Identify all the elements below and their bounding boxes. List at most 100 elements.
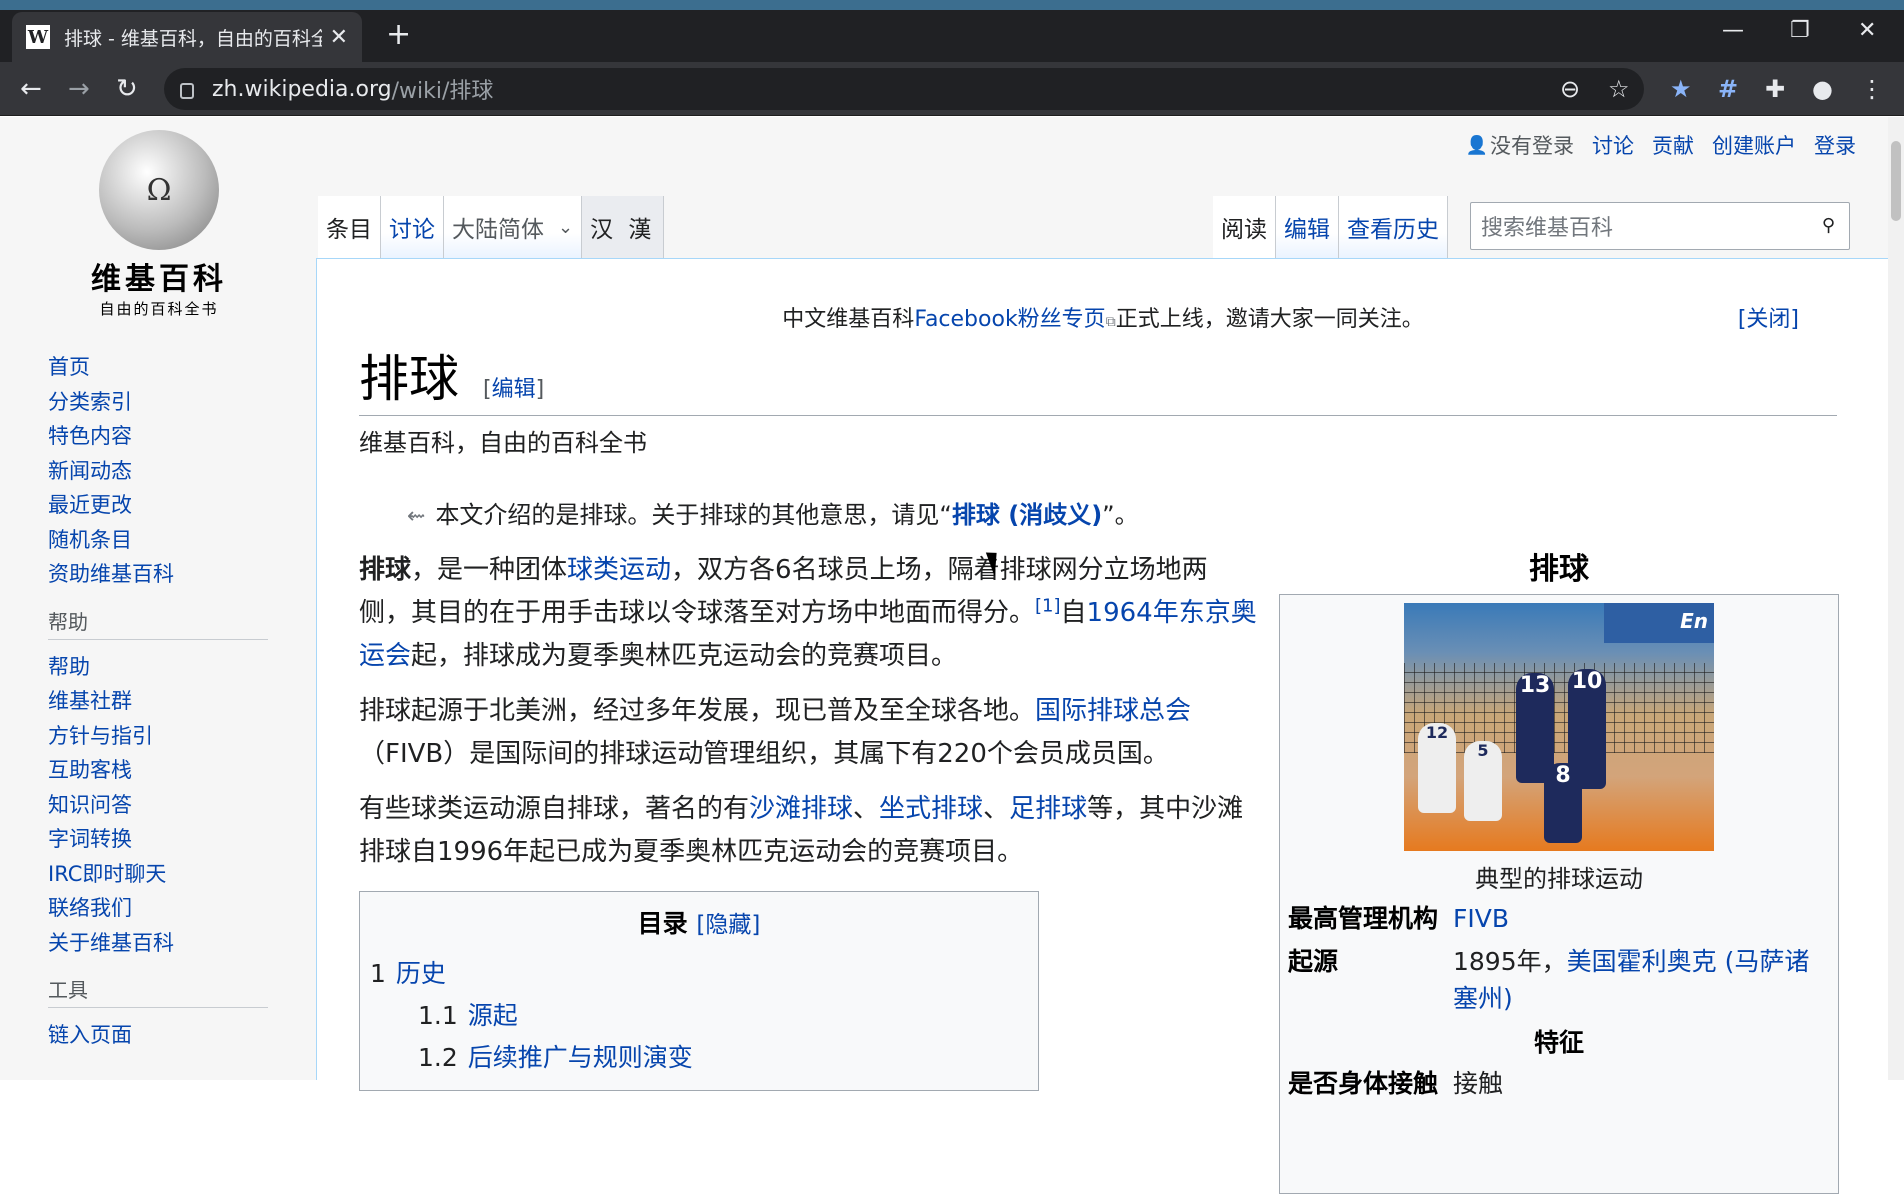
volleyball-photo[interactable]: En 13 10 12 5 8 <box>1404 603 1714 851</box>
link-ball-sports[interactable]: 球类运动 <box>567 555 671 585</box>
wikipedia-logo[interactable]: Ω 维基百科 自由的百科全书 <box>84 130 234 318</box>
variant-dropdown[interactable]: 大陆简体 ⌄ <box>444 196 583 258</box>
back-arrow-icon[interactable]: ← <box>20 74 42 104</box>
reference-1-link[interactable]: [1] <box>1035 595 1061 616</box>
sidebar-item-what-links-here[interactable]: 链入页面 <box>48 1018 278 1053</box>
chevron-down-icon: ⌄ <box>558 216 574 238</box>
title-edit-link[interactable]: 编辑 <box>492 377 536 402</box>
browser-tab[interactable]: W 排球 - 维基百科，自由的百科全书 ✕ <box>12 12 362 62</box>
photo-sign: En <box>1604 603 1714 643</box>
tab-read[interactable]: 阅读 <box>1213 196 1276 258</box>
personal-talk-link[interactable]: 讨论 <box>1592 130 1634 160</box>
notice-facebook-link[interactable]: Facebook粉丝专页 <box>914 307 1105 332</box>
reload-icon[interactable]: ↻ <box>116 74 138 104</box>
infobox-row: 最高管理机构 FIVB <box>1288 900 1830 937</box>
sidebar-item-village-pump[interactable]: 互助客栈 <box>48 753 278 788</box>
link-footvolley[interactable]: 足排球 <box>1009 794 1087 824</box>
toc-item[interactable]: 1.1 源起 <box>418 996 518 1032</box>
sidebar-item-news[interactable]: 新闻动态 <box>48 454 278 489</box>
toc-item-label[interactable]: 历史 <box>396 959 446 988</box>
tab-article[interactable]: 条目 <box>318 196 381 258</box>
photo-player: 5 <box>1464 741 1502 821</box>
address-bar[interactable]: zh.wikipedia.org /wiki/排球 <box>164 68 1644 110</box>
tab-close-icon[interactable]: ✕ <box>330 25 348 50</box>
infobox-row: 是否身体接触 接触 <box>1288 1065 1830 1102</box>
toc-hide-link[interactable]: [隐藏] <box>696 912 760 938</box>
forward-arrow-icon[interactable]: → <box>68 74 90 104</box>
extensions-puzzle-icon[interactable]: ✚ <box>1765 74 1785 104</box>
sidebar-item-donate[interactable]: 资助维基百科 <box>48 557 278 592</box>
hatnote-pre: 本文介绍的是排球。关于排球的其他意思，请见“ <box>435 501 952 529</box>
sidebar-item-about[interactable]: 关于维基百科 <box>48 926 278 961</box>
article-body: 排球，是一种团体球类运动，双方各6名球员上场，隔着排球网分立场地两侧，其目的在于… <box>359 549 1259 886</box>
notice-close-link[interactable]: [关闭] <box>1738 301 1799 333</box>
toc-item[interactable]: 1 历史 <box>370 954 446 990</box>
sidebar-item-policies[interactable]: 方针与指引 <box>48 719 278 754</box>
browser-menu-icon[interactable]: ⋮ <box>1860 74 1884 104</box>
p1-text-d: 起，排球成为夏季奥林匹克运动会的竞赛项目。 <box>411 641 958 671</box>
scrollbar-thumb[interactable] <box>1891 141 1901 221</box>
search-input[interactable]: 搜索维基百科 ⚲ <box>1470 202 1850 250</box>
infobox-key: 最高管理机构 <box>1288 904 1439 933</box>
p3-sep-1: 、 <box>853 794 880 824</box>
extension-bookmark-icon[interactable]: ★ <box>1670 74 1692 104</box>
minimize-icon[interactable]: — <box>1722 18 1744 43</box>
p2-text-b: （FIVB）是国际间的排球运动管理组织，其属下有220个会员成员国。 <box>359 739 1169 769</box>
restore-icon[interactable]: ❐ <box>1790 18 1810 43</box>
logo-tagline: 自由的百科全书 <box>99 300 219 318</box>
toc-item-label[interactable]: 源起 <box>468 1001 518 1030</box>
link-fivb[interactable]: 国际排球总会 <box>1035 696 1191 726</box>
window-close-icon[interactable]: ✕ <box>1858 18 1876 43</box>
personal-contrib-link[interactable]: 贡献 <box>1652 130 1694 160</box>
search-icon[interactable]: ⚲ <box>1822 215 1835 236</box>
bookmark-star-icon[interactable]: ☆ <box>1608 74 1630 104</box>
page-scrollbar[interactable] <box>1888 117 1904 1080</box>
sidebar-item-featured[interactable]: 特色内容 <box>48 419 278 454</box>
url-path: /wiki/排球 <box>391 79 494 104</box>
toc-item-label[interactable]: 后续推广与规则演变 <box>468 1043 693 1072</box>
hatnote-post: ”。 <box>1102 501 1139 529</box>
sidebar-item-random[interactable]: 随机条目 <box>48 523 278 558</box>
extension-hash-icon[interactable]: # <box>1718 74 1738 104</box>
sidebar-item-reference-desk[interactable]: 知识问答 <box>48 788 278 823</box>
sidebar-item-contact[interactable]: 联络我们 <box>48 891 278 926</box>
user-icon: 👤 <box>1465 134 1488 156</box>
profile-icon[interactable]: ● <box>1812 74 1833 104</box>
zoom-icon[interactable]: ⊖ <box>1560 74 1580 104</box>
tab-edit[interactable]: 编辑 <box>1276 196 1339 258</box>
external-link-icon: ⧉ <box>1105 314 1116 330</box>
sidebar-item-categories[interactable]: 分类索引 <box>48 385 278 420</box>
sidebar-item-community[interactable]: 维基社群 <box>48 684 278 719</box>
p1-text-c: 自 <box>1060 598 1087 628</box>
sidebar-item-irc[interactable]: IRC即时聊天 <box>48 857 278 892</box>
origin-year: 1895年， <box>1453 947 1567 976</box>
link-sitting-volleyball[interactable]: 坐式排球 <box>879 794 983 824</box>
infobox-row: 起源 1895年，美国霍利奥克 (马萨诸塞州) <box>1288 943 1830 1017</box>
p1-text-a: ，是一种团体 <box>411 555 568 585</box>
toc-item[interactable]: 1.2 后续推广与规则演变 <box>418 1038 693 1074</box>
create-account-link[interactable]: 创建账户 <box>1712 130 1796 160</box>
infobox: 排球 En 13 10 12 5 8 典型的排球运动 最高管理机构 FIVB 起… <box>1279 544 1839 1194</box>
login-link[interactable]: 登录 <box>1814 130 1856 160</box>
infobox-fivb-link[interactable]: FIVB <box>1453 904 1509 933</box>
sidebar-item-help[interactable]: 帮助 <box>48 650 278 685</box>
tab-history[interactable]: 查看历史 <box>1339 196 1448 258</box>
sidebar-item-conversion[interactable]: 字词转换 <box>48 822 278 857</box>
sidebar-item-home[interactable]: 首页 <box>48 350 278 385</box>
hanzi-toggle-button[interactable]: 汉 漢 <box>582 196 665 258</box>
content-area: 中文维基百科Facebook粉丝专页⧉正式上线，邀请大家一同关注。 [关闭] 排… <box>316 258 1888 1194</box>
edit-bracket-open: [ <box>483 377 492 402</box>
hatnote-disambig-link[interactable]: 排球 (消歧义) <box>952 501 1102 529</box>
toc-item-number: 1.2 <box>418 1043 458 1072</box>
site-subtitle: 维基百科，自由的百科全书 <box>359 429 647 457</box>
new-tab-icon[interactable]: + <box>386 20 411 50</box>
link-beach-volleyball[interactable]: 沙滩排球 <box>749 794 853 824</box>
paragraph-2: 排球起源于北美洲，经过多年发展，现已普及至全球各地。国际排球总会 （FIVB）是国… <box>359 690 1259 776</box>
notice-text-post: 正式上线，邀请大家一同关注。 <box>1115 307 1424 332</box>
sidebar-help-header: 帮助 <box>48 606 268 640</box>
p3-text-a: 有些球类运动源自排球，著名的有 <box>359 794 750 824</box>
sidebar-item-recent-changes[interactable]: 最近更改 <box>48 488 278 523</box>
lock-icon <box>180 83 194 99</box>
tab-talk[interactable]: 讨论 <box>381 196 444 258</box>
p2-text-a: 排球起源于北美洲，经过多年发展，现已普及至全球各地。 <box>359 696 1036 726</box>
